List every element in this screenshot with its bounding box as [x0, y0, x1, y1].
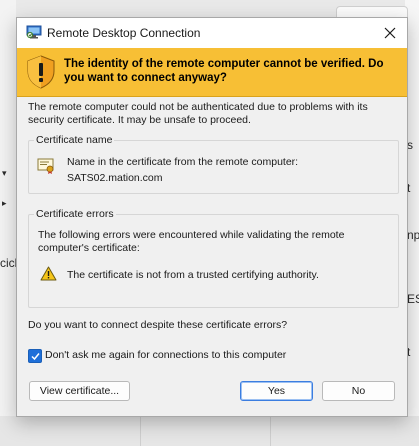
- certificate-name-title: Certificate name: [34, 134, 115, 146]
- warning-message: The identity of the remote computer cann…: [64, 58, 384, 84]
- certificate-icon: [37, 158, 54, 174]
- warning-banner: The identity of the remote computer cann…: [17, 48, 407, 97]
- background-text-fragment: np: [407, 228, 419, 242]
- dont-ask-checkbox[interactable]: [28, 349, 42, 363]
- certificate-errors-description: The following errors were encountered wh…: [38, 229, 345, 254]
- security-shield-warning-icon: [27, 55, 55, 89]
- intro-text: The remote computer could not be authent…: [28, 101, 368, 126]
- background-arrow-icon: ▸: [2, 198, 7, 208]
- certificate-errors-title: Certificate errors: [34, 208, 116, 220]
- remote-desktop-icon: [26, 25, 42, 39]
- connect-question: Do you want to connect despite these cer…: [28, 319, 288, 331]
- certificate-name-label: Name in the certificate from the remote …: [67, 156, 299, 168]
- background-arrow-icon: ▾: [2, 168, 7, 178]
- background-window-left: [0, 0, 16, 446]
- warning-icon: [40, 266, 57, 281]
- certificate-name-value: SATS02.mation.com: [67, 172, 163, 184]
- close-button[interactable]: [377, 21, 403, 45]
- background-toolbar: [0, 416, 419, 446]
- no-button[interactable]: No: [322, 381, 395, 401]
- close-icon: [384, 27, 396, 39]
- certificate-error-item: The certificate is not from a trusted ce…: [67, 269, 319, 281]
- background-text-fragment: ES: [407, 292, 419, 306]
- view-certificate-button[interactable]: View certificate...: [29, 381, 130, 401]
- dialog-titlebar[interactable]: Remote Desktop Connection: [17, 18, 407, 48]
- dont-ask-label[interactable]: Don't ask me again for connections to th…: [45, 349, 286, 361]
- checkmark-icon: [30, 352, 40, 360]
- remote-desktop-dialog: Remote Desktop Connection The identity o…: [16, 17, 408, 417]
- yes-button[interactable]: Yes: [240, 381, 313, 401]
- dialog-title: Remote Desktop Connection: [47, 26, 201, 40]
